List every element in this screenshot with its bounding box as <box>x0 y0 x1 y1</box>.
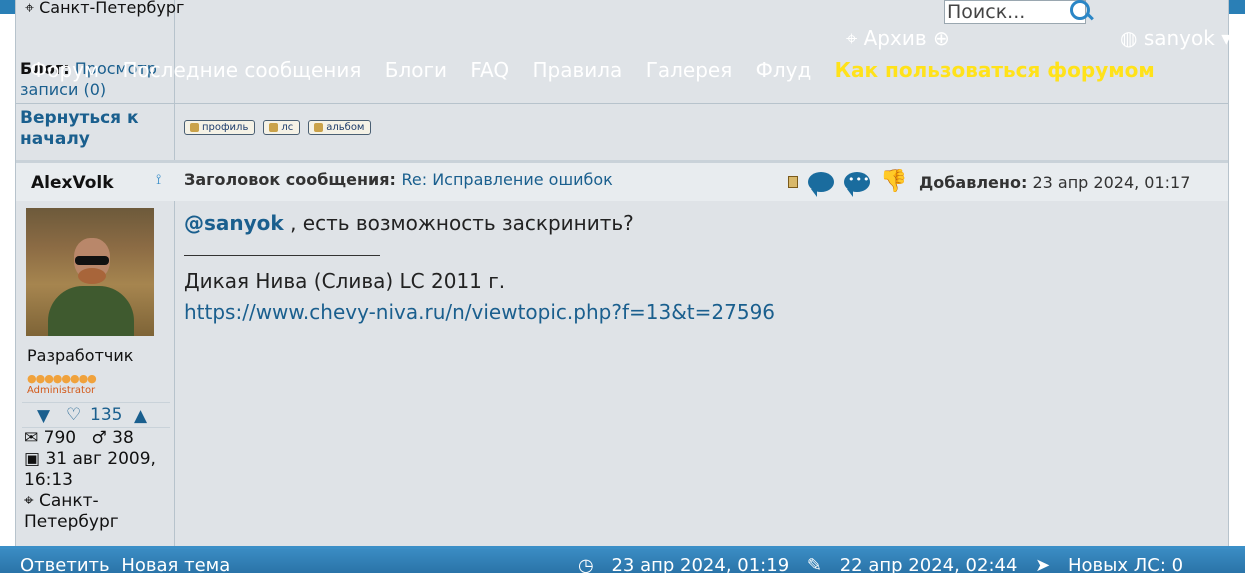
user-stats: ✉ 790 ♂ 38 ▣ 31 авг 2009, 16:13 ⌖ Санкт-… <box>24 428 172 533</box>
registered-date: 31 авг 2009, 16:13 <box>24 449 156 490</box>
send-icon: ➤ <box>1035 555 1051 576</box>
rank-stars-icon: ●●●●●●●● <box>27 372 97 385</box>
pm-button[interactable]: лс <box>263 120 301 135</box>
signature-text: Дикая Нива (Слива) LC 2011 г. <box>184 269 506 293</box>
user-menu[interactable]: ◍ sanyok ▾ <box>1120 26 1231 50</box>
album-button[interactable]: альбом <box>308 120 372 135</box>
messages-icon: ✉ <box>24 428 39 448</box>
location-pin-icon: ⌖ <box>24 491 34 511</box>
bottom-status: ◷ 23 апр 2024, 01:19 ✎ 22 апр 2024, 02:4… <box>578 555 1195 576</box>
user-menu-icon: ◍ <box>1120 26 1138 50</box>
location-pin-icon: ⌖ <box>25 0 35 17</box>
post-body: , есть возможность заскринить? <box>290 211 634 235</box>
post-date: Добавлено: 23 апр 2024, 01:17 <box>919 173 1191 192</box>
prev-post-buttons: профиль лс альбом <box>184 120 372 135</box>
clock-icon: ◷ <box>578 555 594 576</box>
new-pm-count[interactable]: Новых ЛС: 0 <box>1068 555 1183 576</box>
history-icon: ✎ <box>806 555 822 576</box>
nav-gallery[interactable]: Галерея <box>646 58 733 82</box>
bottom-bar: Ответить Новая тема ◷ 23 апр 2024, 01:19… <box>0 546 1245 576</box>
pin-icon: ⌖ <box>846 26 858 50</box>
post-author[interactable]: AlexVolk <box>31 173 114 193</box>
heart-icon: ♡ <box>66 405 82 425</box>
back-to-top-link[interactable]: Вернуться к началу <box>20 108 170 150</box>
profile-icon <box>190 123 199 132</box>
prev-visit-time: 22 апр 2024, 02:44 <box>839 555 1018 576</box>
message-count: 790 <box>43 428 77 448</box>
row-divider <box>16 103 1228 104</box>
reply-button[interactable]: Ответить <box>20 555 110 576</box>
thumbs-down-icon[interactable]: 👎 <box>880 169 907 194</box>
nav-howto[interactable]: Как пользоваться форумом <box>835 58 1155 82</box>
online-icon: ⟟ <box>156 172 162 188</box>
prev-author-location: ⌖ Санкт-Петербург <box>25 0 185 17</box>
quote-icon[interactable] <box>808 171 834 197</box>
nav-rules[interactable]: Правила <box>533 58 623 82</box>
main-nav: Форум Последние сообщения Блоги FAQ Прав… <box>30 58 1172 82</box>
reply-icon[interactable] <box>844 171 870 197</box>
post-content: @sanyok , есть возможность заскринить? Д… <box>184 208 775 328</box>
post-doc-icon[interactable] <box>788 175 798 188</box>
avatar[interactable] <box>26 208 154 336</box>
nav-blogs[interactable]: Блоги <box>385 58 447 82</box>
reputation-count: 135 <box>90 405 123 425</box>
user-location: Санкт-Петербург <box>24 491 119 532</box>
reputation-row: ▼ ♡ 135 ▲ <box>22 402 170 428</box>
last-visit-time: 23 апр 2024, 01:19 <box>611 555 790 576</box>
signature-link[interactable]: https://www.chevy-niva.ru/n/viewtopic.ph… <box>184 297 775 328</box>
zoom-icon: ⊕ <box>932 26 950 50</box>
user-mention[interactable]: @sanyok <box>184 211 284 235</box>
reputation-down-icon[interactable]: ▼ <box>37 406 50 426</box>
calendar-icon: ▣ <box>24 449 41 469</box>
post-header: AlexVolk ⟟ Заголовок сообщения: Re: Испр… <box>16 160 1228 201</box>
search-input[interactable]: Поиск... <box>944 0 1086 24</box>
post-subject: Заголовок сообщения: Re: Исправление оши… <box>184 170 613 189</box>
album-icon <box>314 123 324 132</box>
signature-divider <box>184 255 380 256</box>
reputation-up-icon[interactable]: ▲ <box>134 406 147 426</box>
nav-forum[interactable]: Форум <box>30 58 99 82</box>
user-role: Разработчик <box>27 346 134 365</box>
nav-faq[interactable]: FAQ <box>470 58 509 82</box>
gender-icon: ♂ <box>91 428 107 448</box>
nav-flood[interactable]: Флуд <box>756 58 812 82</box>
user-age: 38 <box>112 428 134 448</box>
bottom-actions: Ответить Новая тема <box>20 555 230 576</box>
rank-label: Administrator <box>27 385 96 396</box>
search-icon[interactable] <box>1070 0 1090 20</box>
pm-icon <box>269 123 279 132</box>
new-topic-button[interactable]: Новая тема <box>121 555 230 576</box>
profile-button[interactable]: профиль <box>184 120 256 135</box>
archive-link[interactable]: ⌖ Архив ⊕ <box>846 26 950 50</box>
chevron-down-icon: ▾ <box>1221 26 1232 50</box>
nav-last-messages[interactable]: Последние сообщения <box>122 58 361 82</box>
post-actions: 👎 <box>788 169 907 197</box>
